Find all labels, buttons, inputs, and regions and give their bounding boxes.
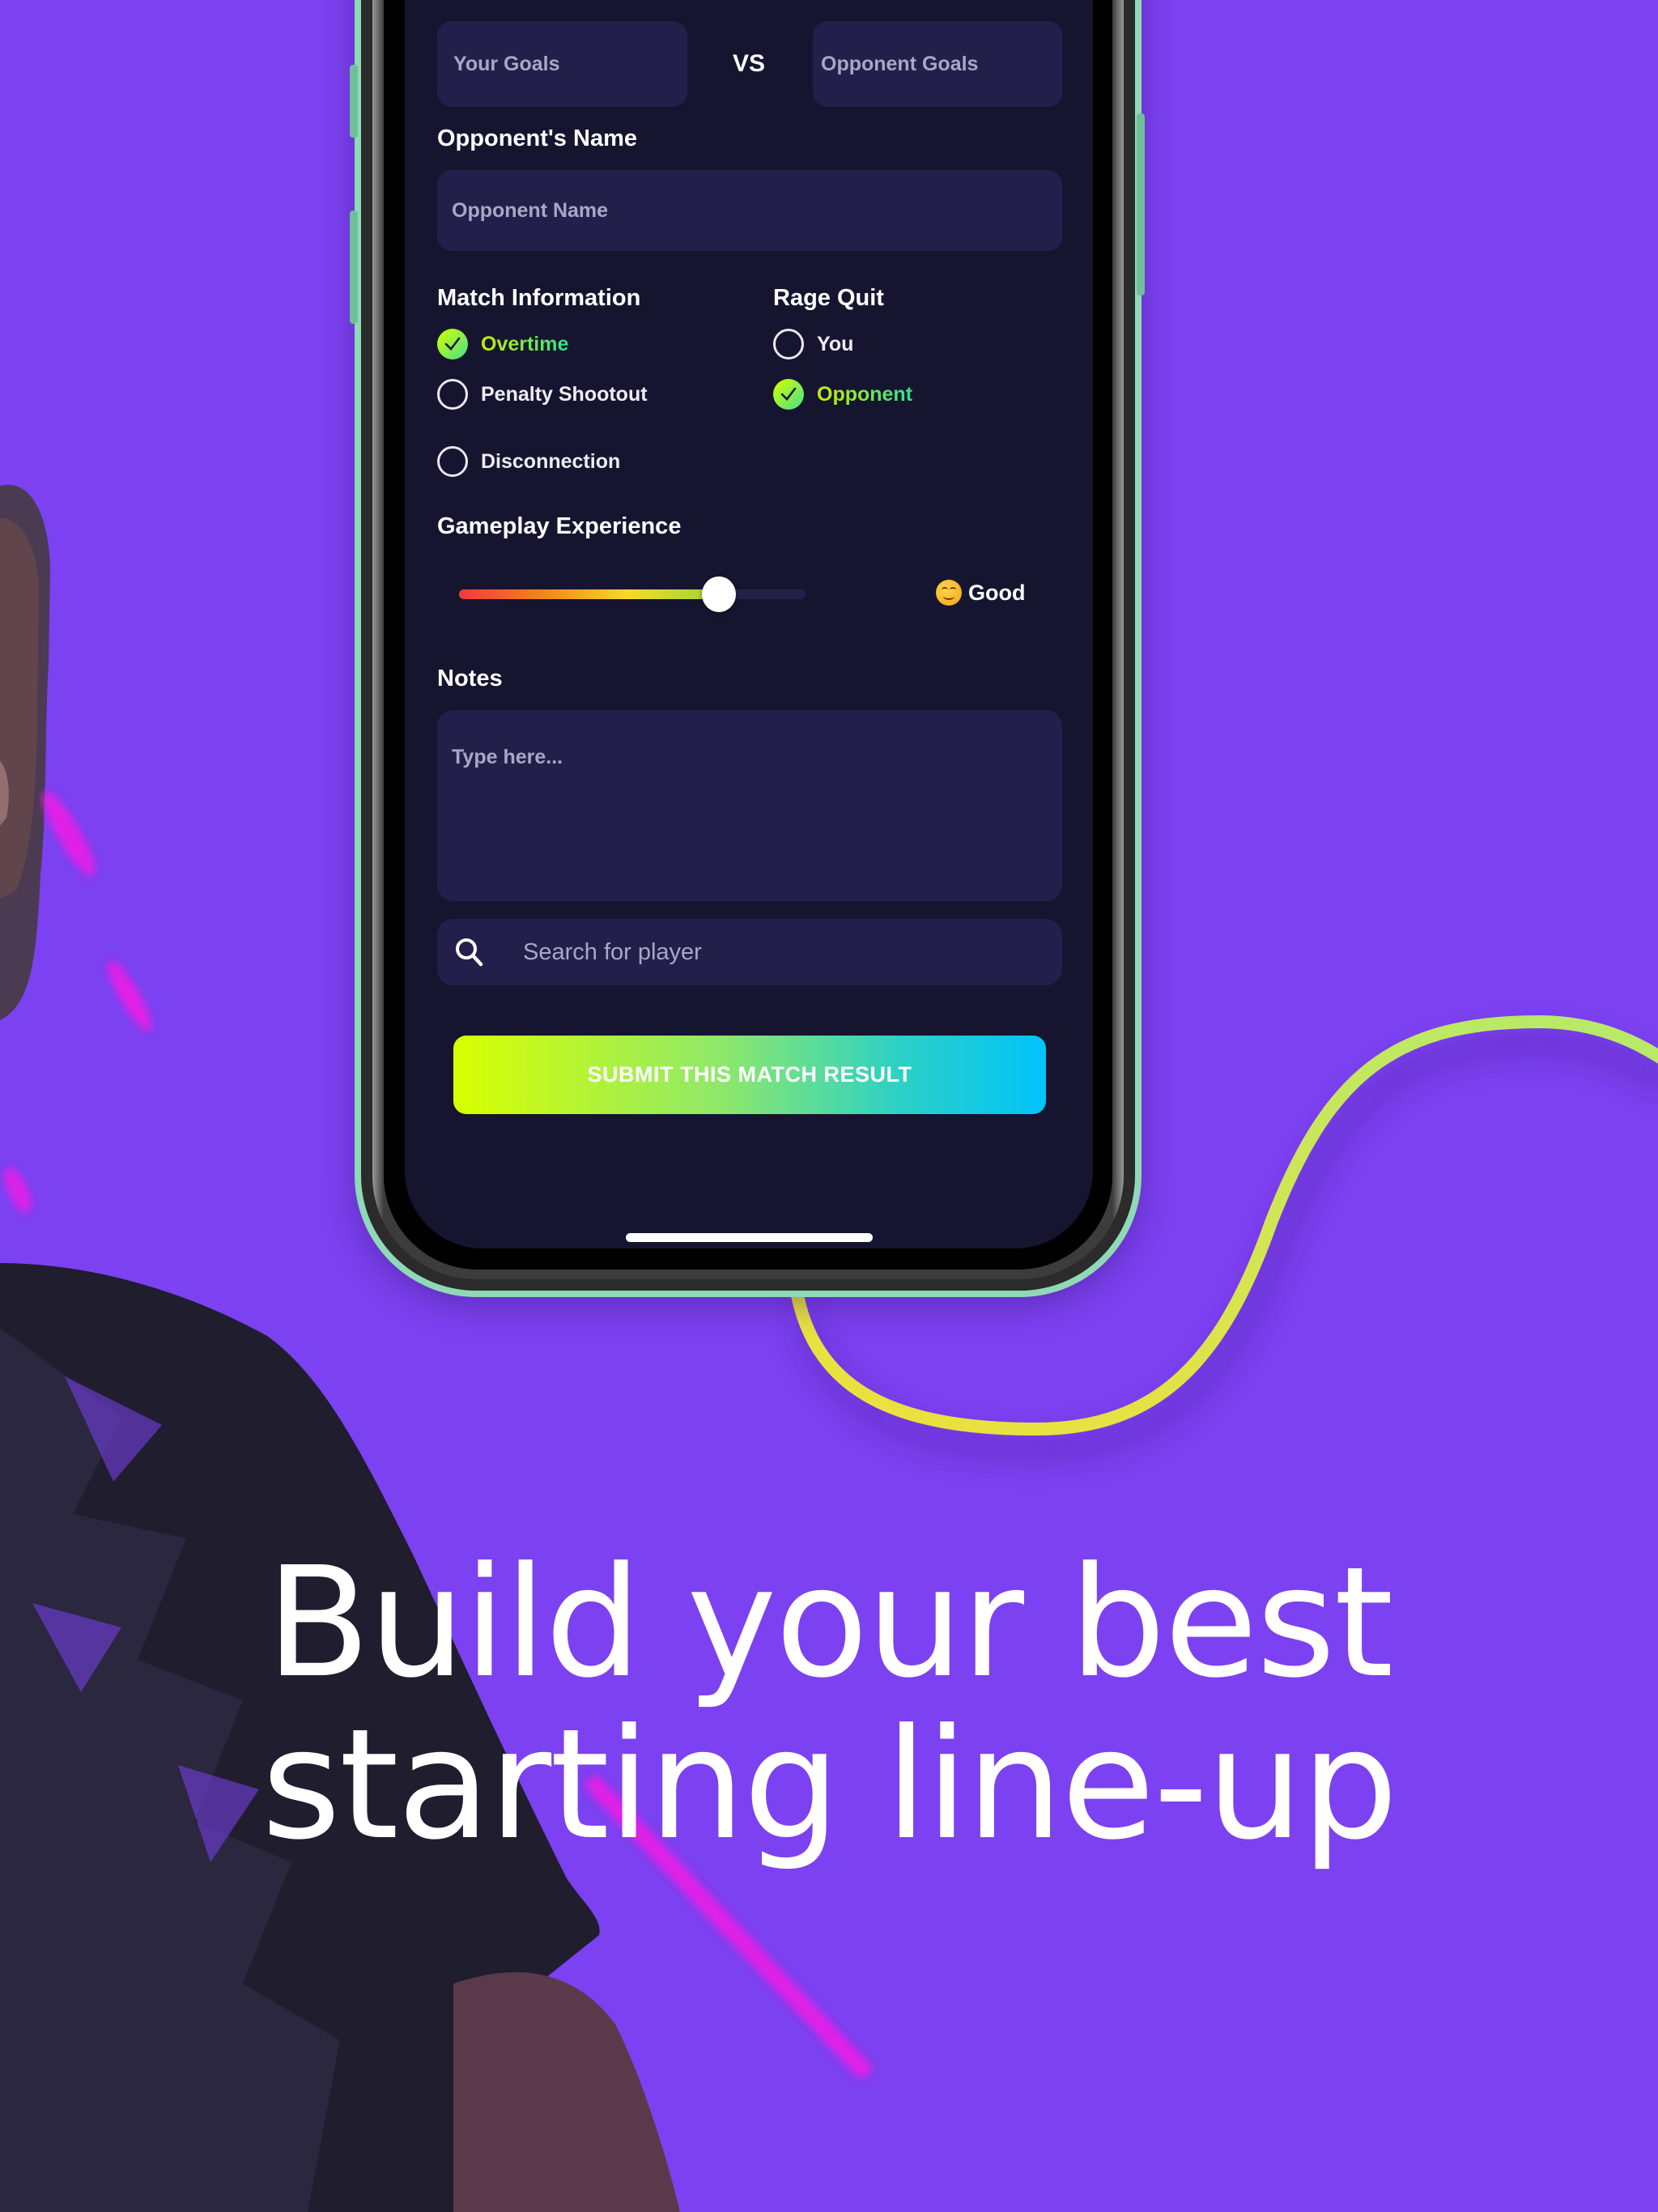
option-label: Penalty Shootout [481, 382, 648, 406]
option-you[interactable]: You [773, 329, 853, 359]
opponent-goals-input[interactable]: Opponent Goals [813, 21, 1062, 107]
notes-textarea[interactable] [437, 710, 1062, 901]
your-goals-placeholder: Your Goals [453, 52, 560, 75]
checkmark-icon [780, 387, 797, 401]
checkbox-unchecked-icon[interactable] [773, 329, 804, 359]
rating-label: Good [968, 580, 1026, 605]
checkbox-unchecked-icon[interactable] [437, 379, 468, 410]
volume-down-button [350, 211, 358, 324]
vs-label: VS [733, 50, 766, 77]
opponent-name-placeholder: Opponent Name [452, 198, 609, 222]
search-icon [456, 938, 483, 967]
opponent-name-input[interactable]: Opponent Name [437, 170, 1062, 251]
app-screen: Your Goals VS Opponent Goals Opponent's … [405, 0, 1093, 1249]
headline: Build your best starting line-up [0, 1542, 1658, 1866]
opponent-goals-placeholder: Opponent Goals [821, 52, 979, 75]
checkmark-icon [444, 337, 461, 351]
home-indicator[interactable] [626, 1233, 873, 1242]
player-search[interactable] [437, 919, 1062, 985]
gameplay-experience-label: Gameplay Experience [437, 513, 682, 539]
volume-up-button [350, 65, 358, 138]
option-penalty-shootout[interactable]: Penalty Shootout [437, 379, 648, 410]
option-label: You [817, 332, 854, 355]
option-disconnection[interactable]: Disconnection [437, 446, 620, 477]
person-head [0, 484, 50, 1020]
option-opponent[interactable]: Opponent [773, 379, 912, 410]
experience-slider[interactable] [459, 576, 806, 612]
notes-label: Notes [437, 666, 503, 691]
search-input[interactable] [521, 938, 1010, 967]
match-information-label: Match Information [437, 285, 641, 311]
power-button [1137, 113, 1145, 296]
submit-match-result-button[interactable]: SUBMIT THIS MATCH RESULT [453, 1036, 1046, 1114]
slider-fill [459, 589, 719, 599]
option-label: Disconnection [481, 449, 621, 473]
checkbox-checked-icon[interactable] [437, 329, 468, 359]
your-goals-input[interactable]: Your Goals [437, 21, 687, 107]
experience-rating: Good [936, 580, 1025, 606]
option-label: Overtime [481, 332, 569, 355]
opponent-name-label: Opponent's Name [437, 125, 637, 151]
option-label: Opponent [817, 382, 913, 406]
checkbox-unchecked-icon[interactable] [437, 446, 468, 477]
smiling-face-icon [936, 580, 962, 606]
headline-line-1: Build your best [266, 1534, 1394, 1712]
headline-line-2: starting line-up [261, 1696, 1398, 1874]
slider-handle[interactable] [702, 576, 736, 612]
checkbox-checked-icon[interactable] [773, 379, 804, 410]
rage-quit-label: Rage Quit [773, 285, 884, 311]
option-overtime[interactable]: Overtime [437, 329, 568, 359]
